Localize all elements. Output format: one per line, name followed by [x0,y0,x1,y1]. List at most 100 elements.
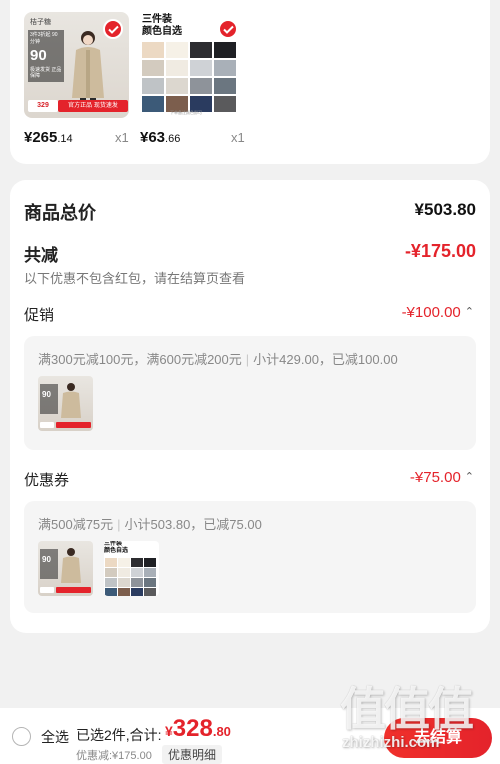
color-swatch [131,588,143,596]
chevron-up-icon: ⌃ [464,471,474,483]
thumb-promo-num: 90 [42,390,51,399]
item-quantity: x1 [231,130,245,145]
promotion-item-thumb[interactable]: 90 [38,376,93,431]
swatch-grid [142,42,236,112]
color-swatch [166,42,188,58]
model-figure-icon [61,548,81,583]
discount-detail-button[interactable]: 优惠明细 [162,745,223,764]
sum-currency: ¥ [165,723,173,739]
swatch-title-2: 颜色自选 [104,548,129,554]
item-price-dec: .14 [57,133,73,145]
promotion-toggle[interactable]: -¥100.00 ⌃ [402,304,474,321]
color-swatch [142,78,164,94]
coupon-label: 优惠券 [24,472,70,489]
swatch-title-1: 三件装 [104,541,123,547]
thumb-promo-num: 90 [30,47,47,64]
thumb-promo-line: 3件3折起 90分钟 [30,32,58,45]
color-swatch [118,578,130,587]
swatch-title-2: 颜色自选 [142,26,182,37]
thumb-ribbon [56,422,91,428]
total-label: 商品总价 [24,203,96,223]
select-all-radio[interactable] [12,727,31,746]
item-checked-icon[interactable] [218,19,238,39]
coupon-rule: 满500减75元 | 小计503.80，已减75.00 [38,514,262,533]
chevron-up-icon: ⌃ [464,306,474,318]
promotion-subtotal: 小计429.00，已减100.00 [253,352,398,367]
item-price-int: ¥265 [24,129,58,146]
item-price: ¥265.14 [24,129,73,146]
promotion-value: -¥100.00 [401,304,461,321]
swatch-title: 三件装 颜色自选 [142,14,182,38]
cart-items-card: 桔子糖 3件3折起 90分钟 90 极速发货 正品保障 329 官方正品 现货速… [10,0,490,164]
reduce-value: -¥175.00 [404,241,476,261]
coupon-rule-text: 满500减75元 [38,517,114,532]
color-swatch [142,96,164,112]
promotion-rule: 满300元减100元，满600元减200元 | 小计429.00，已减100.00 [38,349,398,368]
color-swatch [190,60,212,76]
divider: | [117,517,121,532]
thumb-ribbon: 官方正品 现货速发 [58,100,128,112]
color-swatch [190,78,212,94]
coupon-item-thumb[interactable]: 90 [38,541,93,596]
thumb-overlay [40,549,58,579]
promotion-label: 促销 [24,307,55,324]
selected-count: 已选2件,合计: [76,727,162,743]
checkout-bar: 全选 已选2件,合计: ¥328.80 优惠减:¥175.00 优惠明细 去结算 [0,708,500,764]
sum-dec: .80 [212,724,231,739]
promotion-box: 满300元减100元，满600元减200元 | 小计429.00，已减100.00 … [24,336,476,450]
swatch-grid [105,558,156,596]
thumb-price-tag: 329 [28,100,58,112]
color-swatch [144,558,156,567]
color-swatch [105,558,117,567]
item-checked-icon[interactable] [103,19,123,39]
model-figure-icon [72,31,104,108]
price-detail-card: 商品总价 ¥503.80 共减 -¥175.00 以下优惠不包含红包，请在结算页… [10,180,490,633]
select-all-label[interactable]: 全选 [41,727,69,747]
sum-int: 328 [172,715,213,742]
model-figure-icon [61,383,81,418]
thumb-price-tag [40,422,54,428]
color-swatch [105,568,117,577]
item-quantity: x1 [115,130,129,145]
coupon-subtotal: 小计503.80，已减75.00 [124,517,262,532]
color-swatch [142,42,164,58]
color-swatch [144,568,156,577]
sum-price: ¥328.80 [165,715,231,743]
divider: | [245,352,250,367]
swatch-title: 三件装 颜色自选 [104,541,128,555]
total-value: ¥503.80 [414,200,476,219]
color-swatch [142,60,164,76]
color-swatch [118,568,130,577]
item-price-dec: .66 [165,133,181,145]
coupon-toggle[interactable]: -¥75.00 ⌃ [410,469,474,486]
color-swatch [131,578,143,587]
color-swatch [214,78,236,94]
color-swatch [214,42,236,58]
thumb-promo-sub: 极速发货 正品保障 [30,66,62,80]
coupon-value: -¥75.00 [409,469,461,486]
item-price-int: ¥63 [140,129,166,146]
thumb-price-tag [40,587,54,593]
color-swatch [105,578,117,587]
color-swatch [131,558,143,567]
discount-summary: 优惠减:¥175.00 [76,750,152,762]
reduce-label: 共减 [24,246,58,265]
color-swatch [214,60,236,76]
color-swatch [131,568,143,577]
item-price: ¥63.66 [140,129,180,146]
promotion-rule-text: 满300元减100元，满600元减200元 [38,352,242,367]
color-swatch [144,588,156,596]
color-swatch [144,578,156,587]
swatch-note: 下单备注颜色即可 [170,110,202,115]
checkout-button[interactable]: 去结算 [384,718,492,758]
swatch-title-1: 三件装 [142,14,172,25]
thumb-promo-num: 90 [42,555,51,564]
coupon-item-thumb[interactable]: 三件装 颜色自选 [104,541,159,596]
coupon-box: 满500减75元 | 小计503.80，已减75.00 90 三件装 颜色自选 [24,501,476,613]
thumb-brand: 桔子糖 [30,19,51,26]
thumb-ribbon [56,587,91,593]
color-swatch [214,96,236,112]
color-swatch [118,558,130,567]
color-swatch [190,42,212,58]
color-swatch [105,588,117,596]
